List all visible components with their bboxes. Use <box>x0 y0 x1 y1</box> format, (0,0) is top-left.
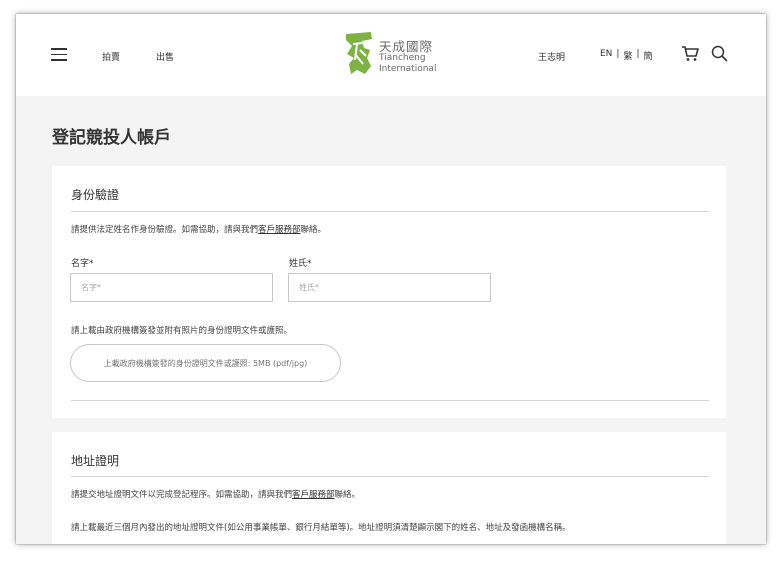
lang-separator: | <box>616 49 620 59</box>
section-divider <box>71 476 709 477</box>
lang-traditional-option[interactable]: 繁 <box>623 49 632 62</box>
nav-auction-link[interactable]: 拍賣 <box>102 50 120 63</box>
customer-service-link[interactable]: 客戶服務部 <box>258 225 301 235</box>
customer-service-link[interactable]: 客戶服務部 <box>292 490 335 500</box>
address-upload-instruction: 請上載最近三個月內發出的地址證明文件(如公用事業帳單、銀行月結單等)。地址證明須… <box>71 523 571 533</box>
browser-frame: 拍賣 出售 天成國際 Tiancheng International 王志明 E… <box>16 14 766 544</box>
identity-help-text: 請提供法定姓名作身份驗證。如需協助，請與我們客戶服務部聯絡。 <box>71 223 326 235</box>
tiancheng-logo[interactable]: 天成國際 Tiancheng International <box>343 30 453 78</box>
address-help-prefix: 請提交地址證明文件以完成登記程序。如需協助，請與我們 <box>71 490 293 500</box>
nav-sell-link[interactable]: 出售 <box>156 50 174 63</box>
logo-english-name-line2: International <box>379 64 437 74</box>
address-help-text: 請提交地址證明文件以完成登記程序。如需協助，請與我們客戶服務部聯絡。 <box>71 488 360 500</box>
address-proof-card: 地址證明 請提交地址證明文件以完成登記程序。如需協助，請與我們客戶服務部聯絡。 … <box>52 432 726 544</box>
identity-section-title: 身份驗證 <box>71 188 120 202</box>
first-name-input[interactable] <box>70 273 273 302</box>
last-name-input[interactable] <box>288 273 491 302</box>
hamburger-menu-icon[interactable] <box>51 48 67 61</box>
first-name-label: 名字* <box>71 259 94 269</box>
section-divider <box>71 211 709 212</box>
section-divider <box>71 400 709 401</box>
logo-english-name-line1: Tiancheng <box>379 53 426 63</box>
lang-separator: | <box>636 49 640 59</box>
page-title: 登記競投人帳戶 <box>52 128 171 148</box>
id-upload-instruction: 請上載由政府機構簽發並附有照片的身份證明文件或護照。 <box>71 326 293 336</box>
lang-simplified-option[interactable]: 簡 <box>644 49 653 62</box>
identity-help-prefix: 請提供法定姓名作身份驗證。如需協助，請與我們 <box>71 225 259 235</box>
address-section-title: 地址證明 <box>71 454 120 468</box>
search-icon[interactable] <box>711 45 728 62</box>
shopping-cart-icon[interactable] <box>681 45 699 62</box>
language-switcher: EN | 繁 | 簡 <box>600 49 653 62</box>
identity-help-suffix: 聯絡。 <box>300 225 327 235</box>
user-account-link[interactable]: 王志明 <box>538 50 565 63</box>
address-help-suffix: 聯絡。 <box>334 490 361 500</box>
lang-en-option[interactable]: EN <box>600 49 612 62</box>
logo-mark-icon <box>346 32 372 74</box>
last-name-label: 姓氏* <box>289 259 312 269</box>
upload-id-document-button[interactable]: 上載政府機構簽發的身份證明文件或護照: 5MB (pdf/jpg) <box>70 344 341 382</box>
site-header: 拍賣 出售 天成國際 Tiancheng International 王志明 E… <box>16 14 766 96</box>
identity-verification-card: 身份驗證 請提供法定姓名作身份驗證。如需協助，請與我們客戶服務部聯絡。 名字* … <box>52 166 726 418</box>
